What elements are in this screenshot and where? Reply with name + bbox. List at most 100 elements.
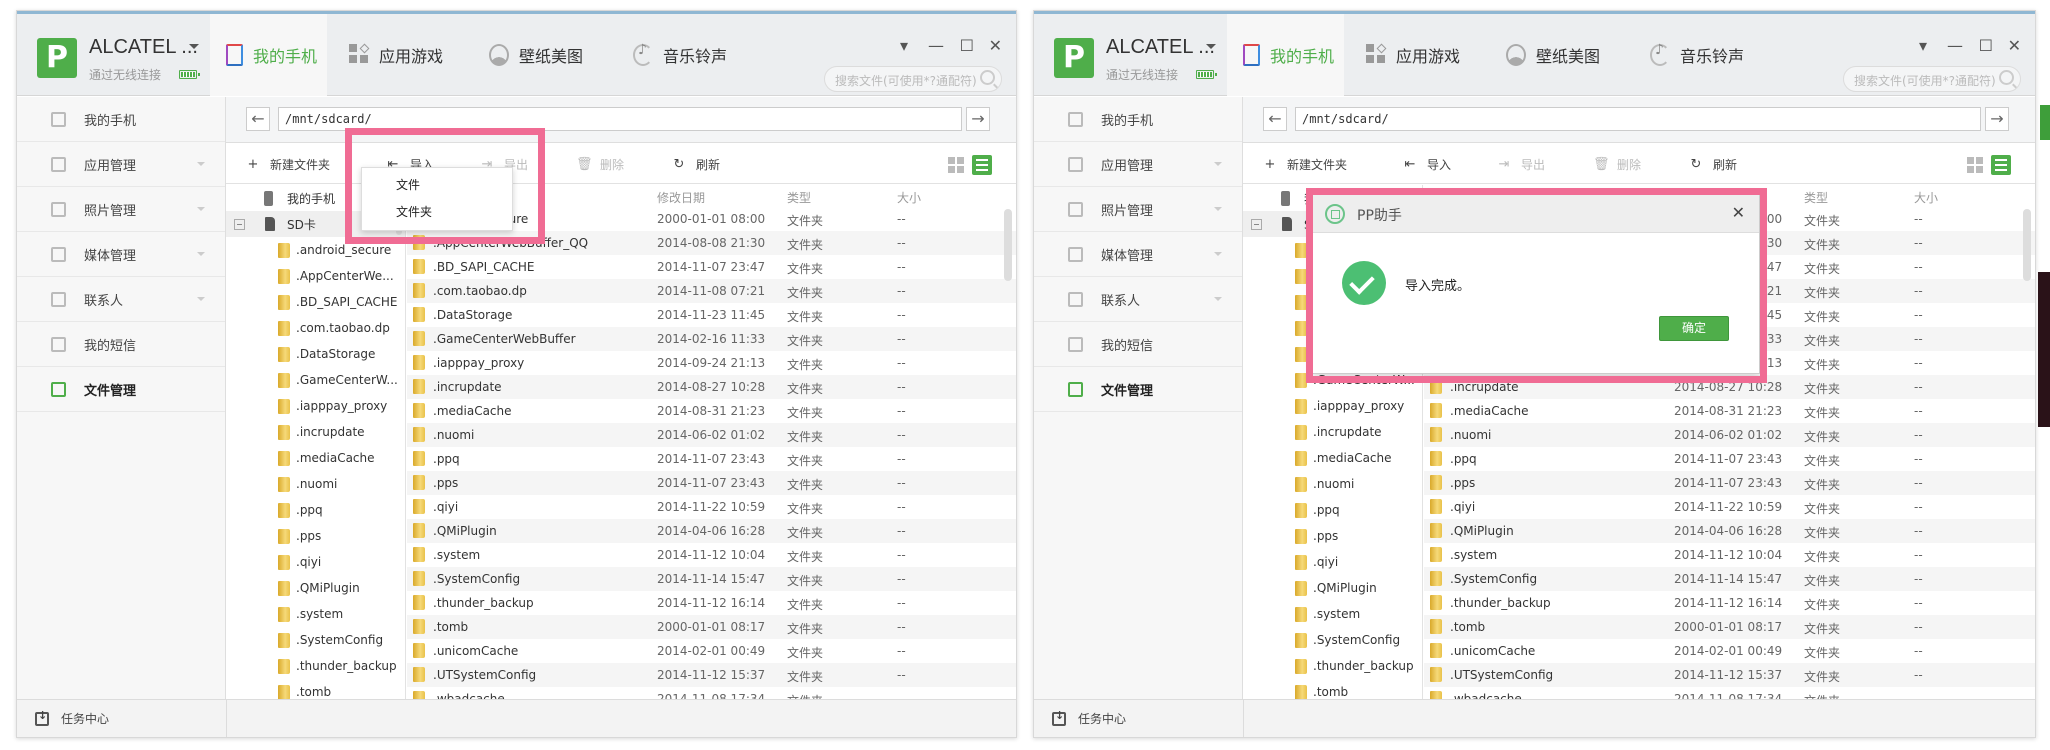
sidebar-item-app-management[interactable]: 应用管理 [1034, 142, 1242, 187]
tree-item-folder[interactable]: .GameCenterW... [226, 367, 405, 393]
tab-apps-games[interactable]: 应用游戏 [333, 14, 463, 96]
sidebar-item-sms[interactable]: 我的短信 [1034, 322, 1242, 367]
minimize-icon[interactable]: — [928, 36, 944, 55]
file-row[interactable]: .iapppay_proxy 2014-09-24 21:13 文件夹 -- [407, 351, 1016, 375]
list-view-icon[interactable] [972, 155, 992, 175]
tree-item-folder[interactable]: .iapppay_proxy [226, 393, 405, 419]
file-row[interactable]: .SystemConfig 2014-11-14 15:47 文件夹 -- [1424, 567, 2035, 591]
column-header-type[interactable]: 类型 [1804, 189, 1828, 206]
file-row[interactable]: .com.taobao.dp 2014-11-08 07:21 文件夹 -- [407, 279, 1016, 303]
file-row[interactable]: .SystemConfig 2014-11-14 15:47 文件夹 -- [407, 567, 1016, 591]
sidebar-item-media[interactable]: 媒体管理 [1034, 232, 1242, 277]
tab-music-ringtones[interactable]: 音乐铃声 [617, 14, 747, 96]
maximize-icon[interactable]: ☐ [1979, 36, 1993, 55]
tree-item-folder[interactable]: .iapppay_proxy [1243, 393, 1422, 419]
import-button[interactable]: ⇤ 导入 [1403, 156, 1451, 173]
column-header-date[interactable]: 修改日期 [657, 189, 705, 206]
tree-item-folder[interactable]: .incrupdate [226, 419, 405, 445]
import-menu-item-file[interactable]: 文件 [362, 168, 512, 195]
refresh-button[interactable]: ↻ 刷新 [672, 156, 720, 173]
file-row[interactable]: .thunder_backup 2014-11-12 16:14 文件夹 -- [407, 591, 1016, 615]
go-button[interactable]: → [966, 107, 990, 131]
file-row[interactable]: .UTSystemConfig 2014-11-12 15:37 文件夹 -- [1424, 663, 2035, 687]
tree-item-folder[interactable]: .android_secure [226, 237, 405, 263]
file-row[interactable]: .unicomCache 2014-02-01 00:49 文件夹 -- [1424, 639, 2035, 663]
tree-item-folder[interactable]: .system [226, 601, 405, 627]
file-row[interactable]: .thunder_backup 2014-11-12 16:14 文件夹 -- [1424, 591, 2035, 615]
grid-view-icon[interactable] [946, 155, 966, 175]
task-center-button[interactable]: 任务中心 [1052, 709, 1126, 727]
close-icon[interactable]: ✕ [989, 36, 1002, 55]
file-row[interactable]: .AppCenterWebBuffer_QQ 2014-08-08 21:30 文件… [407, 231, 1016, 255]
tree-item-folder[interactable]: .nuomi [1243, 471, 1422, 497]
sidebar-item-app-management[interactable]: 应用管理 [17, 142, 225, 187]
maximize-icon[interactable]: ☐ [960, 36, 974, 55]
sidebar-item-file-management[interactable]: 文件管理 [1034, 367, 1242, 412]
tree-item-folder[interactable]: .QMiPlugin [226, 575, 405, 601]
export-button[interactable]: ⇥ 导出 [1497, 156, 1545, 173]
file-row[interactable]: .wbadcache 2014-11-08 17:34 文件夹 -- [1424, 687, 2035, 699]
device-name[interactable]: ALCATEL ... [1106, 36, 1215, 59]
tree-item-folder[interactable]: .ppq [226, 497, 405, 523]
sidebar-item-contacts[interactable]: 联系人 [1034, 277, 1242, 322]
device-dropdown-caret-icon[interactable] [1206, 44, 1216, 49]
chevron-down-icon[interactable] [197, 207, 205, 211]
file-row[interactable]: .unicomCache 2014-02-01 00:49 文件夹 -- [407, 639, 1016, 663]
grid-view-icon[interactable] [1965, 155, 1985, 175]
tree-item-folder[interactable]: .mediaCache [226, 445, 405, 471]
chevron-down-icon[interactable] [197, 252, 205, 256]
device-name[interactable]: ALCATEL ... [89, 36, 198, 59]
sidebar-item-my-phone[interactable]: 我的手机 [17, 97, 225, 142]
tab-my-phone[interactable]: 我的手机 [1227, 14, 1344, 96]
sidebar-item-my-phone[interactable]: 我的手机 [1034, 97, 1242, 142]
import-menu-item-folder[interactable]: 文件夹 [362, 195, 512, 222]
tab-wallpapers[interactable]: 壁纸美图 [1490, 14, 1620, 96]
tree-item-folder[interactable]: .nuomi [226, 471, 405, 497]
list-scrollbar[interactable] [2023, 209, 2031, 281]
delete-button[interactable]: 🗑 删除 [1593, 156, 1641, 173]
chevron-down-icon[interactable] [1214, 162, 1222, 166]
column-header-type[interactable]: 类型 [787, 189, 811, 206]
sidebar-item-photos[interactable]: 照片管理 [17, 187, 225, 232]
column-header-size[interactable]: 大小 [897, 189, 921, 206]
search-icon[interactable] [980, 70, 995, 85]
file-row[interactable]: .nuomi 2014-06-02 01:02 文件夹 -- [407, 423, 1016, 447]
file-row[interactable]: .incrupdate 2014-08-27 10:28 文件夹 -- [1424, 375, 2035, 399]
file-row[interactable]: .mediaCache 2014-08-31 21:23 文件夹 -- [407, 399, 1016, 423]
tree-item-folder[interactable]: .BD_SAPI_CACHE [226, 289, 405, 315]
chevron-down-icon[interactable] [197, 297, 205, 301]
tree-item-folder[interactable]: .QMiPlugin [1243, 575, 1422, 601]
tree-item-folder[interactable]: .DataStorage [226, 341, 405, 367]
tree-item-folder[interactable]: .AppCenterWe... [226, 263, 405, 289]
dialog-ok-button[interactable]: 确定 [1659, 316, 1729, 341]
file-row[interactable]: .system 2014-11-12 10:04 文件夹 -- [1424, 543, 2035, 567]
collapse-icon[interactable] [234, 218, 245, 230]
tree-item-folder[interactable]: .tomb [1243, 679, 1422, 699]
search-icon[interactable] [1999, 70, 2014, 85]
file-row[interactable]: .BD_SAPI_CACHE 2014-11-07 23:47 文件夹 -- [407, 255, 1016, 279]
file-row[interactable]: .DataStorage 2014-11-23 11:45 文件夹 -- [407, 303, 1016, 327]
file-row[interactable]: .qiyi 2014-11-22 10:59 文件夹 -- [1424, 495, 2035, 519]
chevron-down-icon[interactable] [1214, 297, 1222, 301]
tab-my-phone[interactable]: 我的手机 [210, 14, 327, 96]
new-folder-button[interactable]: + 新建文件夹 [1263, 156, 1347, 173]
file-row[interactable]: .nuomi 2014-06-02 01:02 文件夹 -- [1424, 423, 2035, 447]
file-row[interactable]: .GameCenterWebBuffer 2014-02-16 11:33 文件夹 -… [407, 327, 1016, 351]
task-center-button[interactable]: 任务中心 [35, 709, 109, 727]
tree-item-folder[interactable]: .thunder_backup [1243, 653, 1422, 679]
file-row[interactable]: .ppq 2014-11-07 23:43 文件夹 -- [407, 447, 1016, 471]
tree-item-folder[interactable]: .system [1243, 601, 1422, 627]
file-row[interactable]: .wbadcache 2014-11-08 17:34 文件夹 -- [407, 687, 1016, 699]
chevron-down-icon[interactable] [1214, 207, 1222, 211]
file-row[interactable]: .QMiPlugin 2014-04-06 16:28 文件夹 -- [1424, 519, 2035, 543]
tab-music-ringtones[interactable]: 音乐铃声 [1634, 14, 1764, 96]
file-row[interactable]: .incrupdate 2014-08-27 10:28 文件夹 -- [407, 375, 1016, 399]
list-scrollbar[interactable] [1004, 209, 1012, 281]
menu-icon[interactable]: ▾ [900, 36, 908, 55]
file-row[interactable]: .ppq 2014-11-07 23:43 文件夹 -- [1424, 447, 2035, 471]
chevron-down-icon[interactable] [1214, 252, 1222, 256]
device-dropdown-caret-icon[interactable] [189, 44, 199, 49]
file-row[interactable]: .pps 2014-11-07 23:43 文件夹 -- [407, 471, 1016, 495]
delete-button[interactable]: 🗑 删除 [576, 156, 624, 173]
tree-item-folder[interactable]: .qiyi [226, 549, 405, 575]
